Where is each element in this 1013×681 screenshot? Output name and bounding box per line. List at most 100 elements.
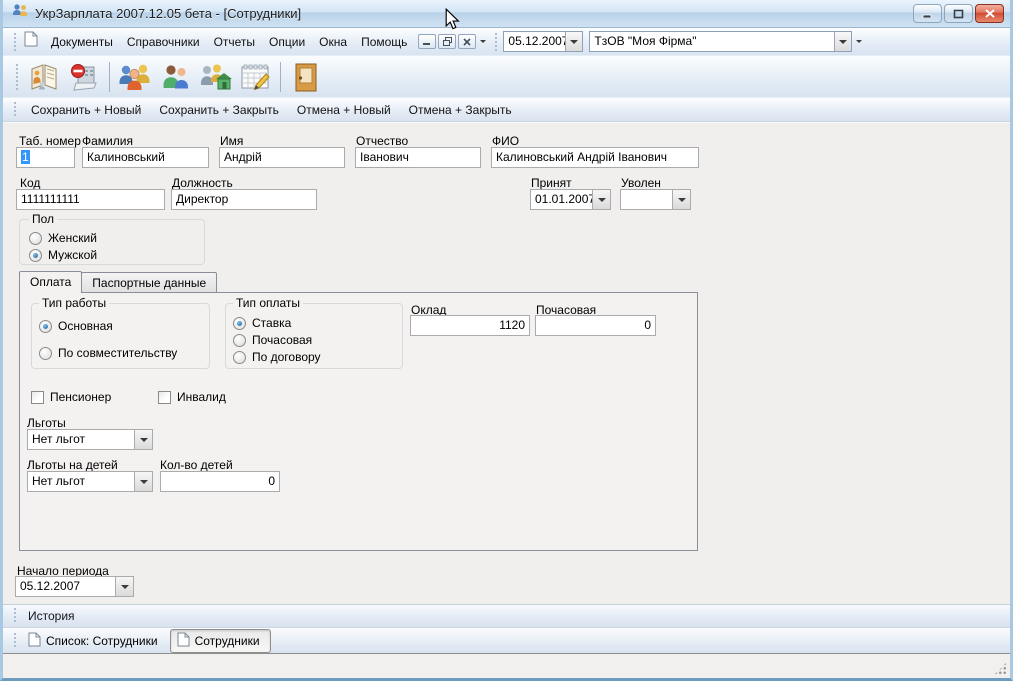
- radio-icon: [39, 347, 52, 360]
- menubar-grip[interactable]: [13, 33, 18, 51]
- company-selector-dropdown[interactable]: [834, 32, 851, 51]
- taskbar-item-employee-list[interactable]: Список: Сотрудники: [22, 630, 164, 652]
- actionbar-grip[interactable]: [13, 102, 18, 118]
- minimize-button[interactable]: [913, 4, 942, 23]
- selector-grip[interactable]: [494, 33, 499, 51]
- document-icon[interactable]: [24, 31, 38, 52]
- code-field[interactable]: 1111111111: [16, 189, 165, 210]
- middle-name-field[interactable]: Іванович: [355, 147, 481, 168]
- child-benefits-dropdown[interactable]: [134, 472, 152, 491]
- tab-payment[interactable]: Оплата: [19, 271, 82, 293]
- fired-date-combo[interactable]: [620, 189, 691, 210]
- last-name-field[interactable]: Калиновський: [82, 147, 209, 168]
- period-start-dropdown[interactable]: [115, 577, 133, 596]
- hired-date-dropdown[interactable]: [592, 190, 610, 209]
- organization-stop-icon[interactable]: [65, 59, 103, 95]
- calendar-edit-icon[interactable]: [236, 59, 274, 95]
- hired-date-combo[interactable]: 01.01.2007: [530, 189, 611, 210]
- titlebar[interactable]: УкрЗарплата 2007.12.05 бета - [Сотрудник…: [3, 0, 1010, 28]
- resize-grip-icon[interactable]: [994, 662, 1007, 675]
- radio-icon: [233, 351, 246, 364]
- mdi-minimize-button[interactable]: [418, 34, 436, 49]
- radio-checked-icon: [39, 320, 52, 333]
- two-people-icon[interactable]: [156, 59, 194, 95]
- cancel-close-button[interactable]: Отмена + Закрыть: [400, 100, 521, 120]
- mdi-close-button[interactable]: [458, 34, 476, 49]
- menu-options[interactable]: Опции: [262, 31, 312, 53]
- date-selector-dropdown[interactable]: [565, 32, 582, 51]
- salary-field[interactable]: 1120: [410, 315, 530, 336]
- pay-type-rate-option[interactable]: Ставка: [233, 316, 291, 330]
- invalid-checkbox-row[interactable]: Инвалид: [158, 390, 226, 404]
- history-bar[interactable]: История: [3, 604, 1010, 628]
- chevron-down-icon: [121, 585, 129, 589]
- cancel-new-button[interactable]: Отмена + Новый: [288, 100, 400, 120]
- selector-overflow-icon[interactable]: [856, 40, 862, 43]
- chevron-down-icon: [598, 198, 606, 202]
- maximize-button[interactable]: [944, 4, 973, 23]
- app-icon: [11, 2, 29, 25]
- work-type-parttime-option[interactable]: По совместительству: [39, 346, 177, 360]
- benefits-dropdown[interactable]: [134, 430, 152, 449]
- menu-reports[interactable]: Отчеты: [207, 31, 262, 53]
- window-title: УкрЗарплата 2007.12.05 бета - [Сотрудник…: [35, 6, 911, 21]
- toolbar-grip[interactable]: [15, 64, 20, 90]
- people-home-icon[interactable]: [196, 59, 234, 95]
- status-bar: [3, 654, 1010, 678]
- form-tabs: Оплата Паспортные данные: [19, 272, 216, 293]
- menu-help[interactable]: Помощь: [354, 31, 414, 53]
- menu-directories[interactable]: Справочники: [120, 31, 207, 53]
- app-window: УкрЗарплата 2007.12.05 бета - [Сотрудник…: [0, 0, 1013, 681]
- fired-date-dropdown[interactable]: [672, 190, 690, 209]
- exit-door-icon[interactable]: [287, 59, 325, 95]
- benefits-combo[interactable]: Нет льгот: [27, 429, 153, 450]
- pay-type-hourly-option[interactable]: Почасовая: [233, 333, 312, 347]
- pay-type-rate-label: Ставка: [252, 316, 291, 330]
- menu-documents[interactable]: Документы: [44, 31, 120, 53]
- invalid-label: Инвалид: [177, 390, 226, 404]
- work-type-main-option[interactable]: Основная: [39, 319, 113, 333]
- chevron-down-icon: [570, 40, 578, 44]
- gender-male-label: Мужской: [48, 248, 97, 262]
- radio-icon: [29, 232, 42, 245]
- taskbar-item-employee-card[interactable]: Сотрудники: [170, 629, 271, 653]
- taskbar-grip[interactable]: [13, 633, 18, 649]
- first-name-field[interactable]: Андрій: [219, 147, 345, 168]
- save-new-button[interactable]: Сохранить + Новый: [22, 100, 150, 120]
- menu-windows[interactable]: Окна: [312, 31, 354, 53]
- date-selector[interactable]: 05.12.2007: [503, 31, 583, 52]
- taskbar-item-label: Сотрудники: [195, 634, 260, 648]
- close-button[interactable]: [975, 4, 1004, 23]
- first-name-label: Имя: [220, 134, 243, 148]
- pensioner-checkbox-row[interactable]: Пенсионер: [31, 390, 111, 404]
- chevron-down-icon: [839, 40, 847, 44]
- children-count-field[interactable]: 0: [160, 471, 280, 492]
- period-start-combo[interactable]: 05.12.2007: [15, 576, 134, 597]
- position-field[interactable]: Директор: [171, 189, 317, 210]
- date-selector-value: 05.12.2007: [504, 32, 565, 51]
- mdi-restore-button[interactable]: [438, 34, 456, 49]
- save-close-button[interactable]: Сохранить + Закрыть: [150, 100, 288, 120]
- employees-group-icon[interactable]: [116, 59, 154, 95]
- gender-male-option[interactable]: Мужской: [29, 248, 97, 262]
- chevron-down-icon: [678, 198, 686, 202]
- children-count-label: Кол-во детей: [160, 458, 233, 472]
- tab-passport-data[interactable]: Паспортные данные: [81, 272, 217, 293]
- period-start-value: 05.12.2007: [16, 577, 115, 596]
- full-name-field[interactable]: Калиновський Андрій Іванович: [491, 147, 699, 168]
- tab-number-field[interactable]: 1: [16, 147, 75, 168]
- hourly-field[interactable]: 0: [535, 315, 656, 336]
- journal-book-icon[interactable]: [25, 59, 63, 95]
- company-selector[interactable]: ТзОВ "Моя Фірма": [589, 31, 852, 52]
- history-grip[interactable]: [13, 608, 18, 624]
- benefits-value: Нет льгот: [28, 430, 134, 449]
- pay-type-contract-option[interactable]: По договору: [233, 350, 321, 364]
- document-icon: [177, 632, 190, 650]
- work-type-group-label: Тип работы: [39, 296, 109, 310]
- radio-checked-icon: [233, 317, 246, 330]
- employee-form: Таб. номер 1 Фамилия Калиновський Имя Ан…: [3, 122, 1010, 604]
- action-bar: Сохранить + Новый Сохранить + Закрыть От…: [3, 98, 1010, 122]
- toolbar-overflow-icon[interactable]: [480, 40, 486, 43]
- gender-female-option[interactable]: Женский: [29, 231, 97, 245]
- child-benefits-combo[interactable]: Нет льгот: [27, 471, 153, 492]
